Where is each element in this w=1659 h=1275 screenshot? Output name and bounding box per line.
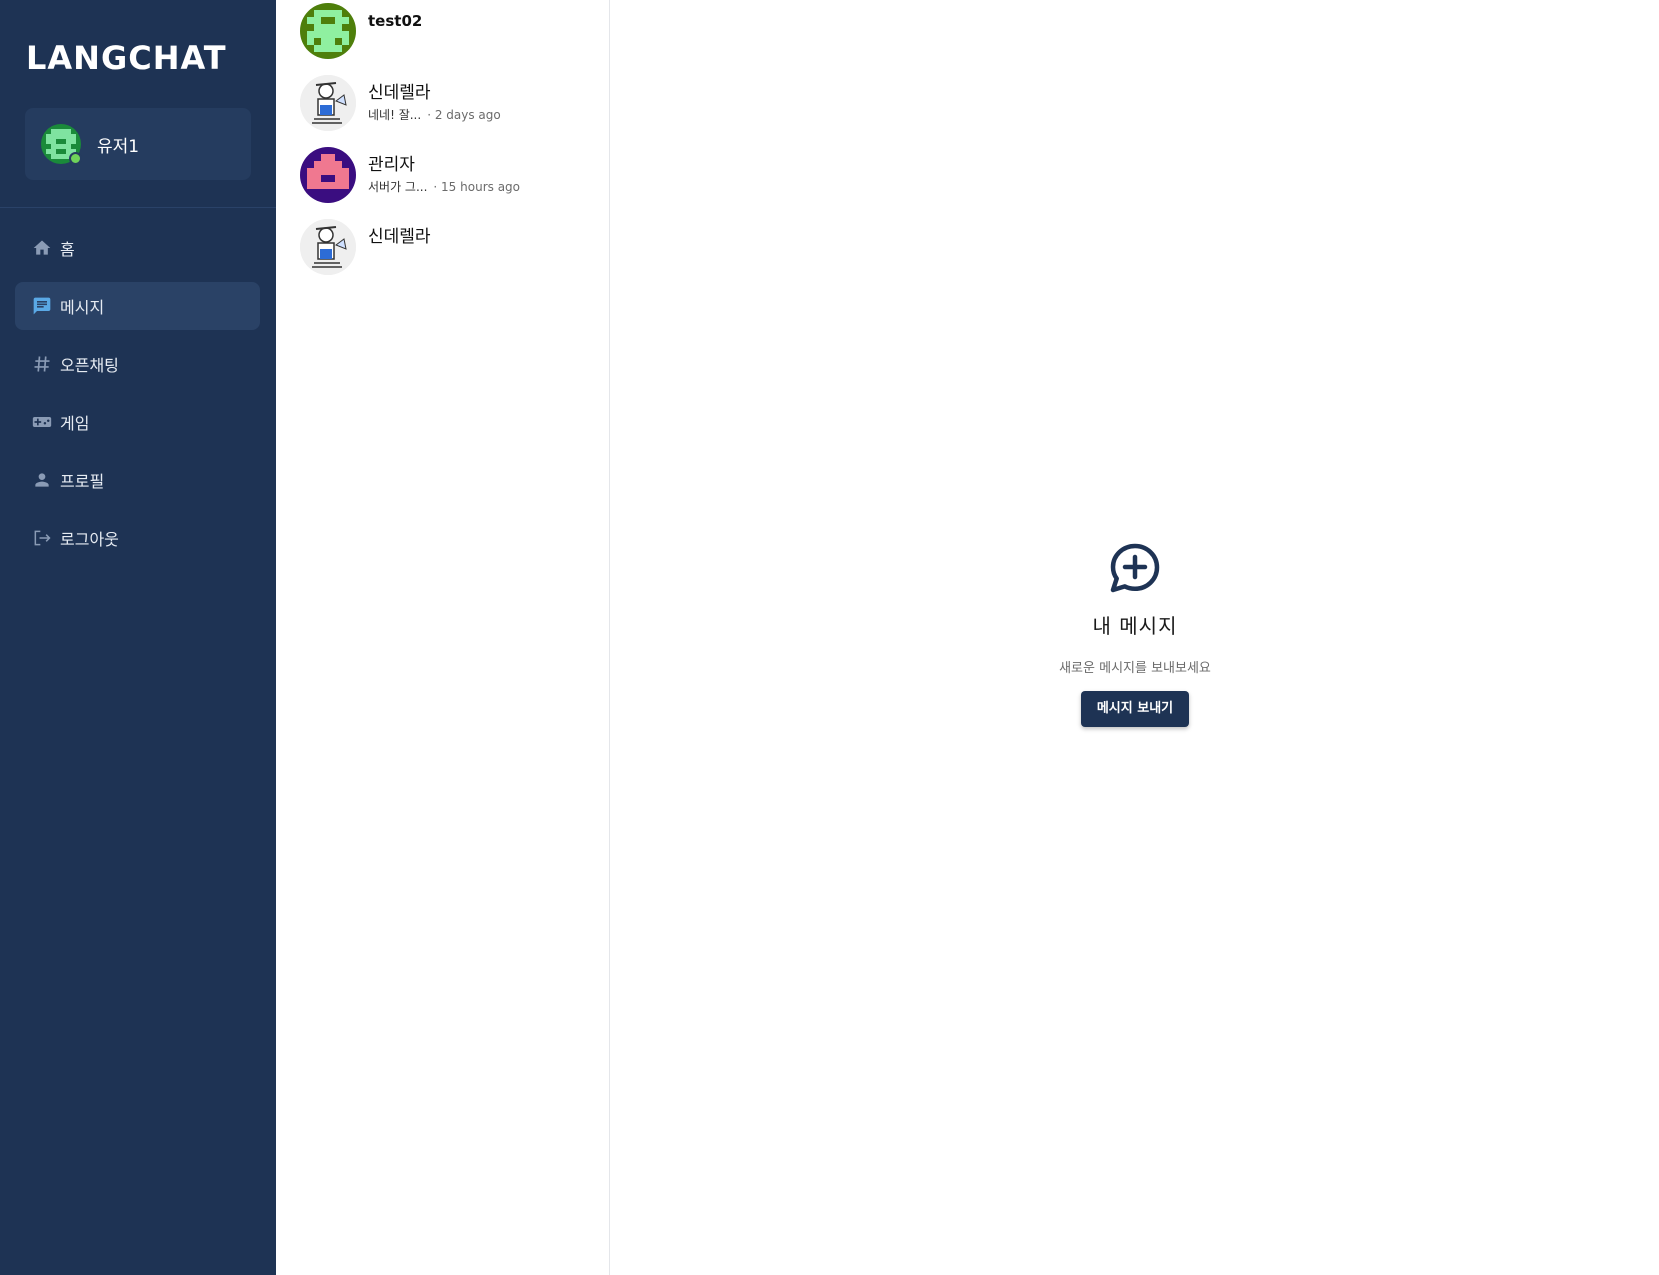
sidebar-item-label: 메시지 [60, 298, 105, 317]
chat-list-item[interactable]: test02 [300, 3, 600, 61]
sidebar-item-logout[interactable]: 로그아웃 [15, 514, 260, 562]
sidebar-item-label: 프로필 [60, 472, 105, 491]
chat-name: 신데렐라 [368, 227, 431, 247]
home-icon [32, 238, 52, 258]
sidebar-item-label: 게임 [60, 414, 90, 433]
avatar [300, 219, 356, 275]
user-name: 유저1 [97, 136, 140, 157]
sidebar-item-label: 로그아웃 [60, 530, 119, 549]
sidebar-item-messages[interactable]: 메시지 [15, 282, 260, 330]
chat-name: 관리자 [368, 155, 415, 175]
chat-text: 신데렐라 네네! 잘... · 2 days ago [368, 75, 501, 122]
gamepad-icon [32, 412, 52, 432]
chat-text: test02 [368, 3, 422, 31]
chat-list-item[interactable]: 신데렐라 네네! 잘... · 2 days ago [300, 75, 600, 133]
sidebar-nav: 홈 메시지 오픈채팅 게임 프로필 로그아웃 [15, 224, 260, 572]
empty-title: 내 메시지 [1092, 614, 1178, 638]
online-status-dot [69, 152, 82, 165]
chat-time: · 15 hours ago [433, 180, 520, 194]
user-card[interactable]: 유저1 [25, 108, 251, 180]
chat-time: · 2 days ago [427, 108, 501, 122]
person-icon [32, 470, 52, 490]
sidebar-item-label: 오픈채팅 [60, 356, 119, 375]
sidebar: LANGCHAT 유저1 홈 메시지 오픈채팅 게임 프로필 로그아웃 [0, 0, 276, 1275]
sidebar-divider [0, 207, 276, 208]
chat-list: test02 신데렐라 네네! 잘... · 2 days ago 관리자 서버… [276, 0, 610, 1275]
chat-text: 신데렐라 [368, 219, 431, 247]
chat-name: test02 [368, 12, 423, 30]
send-message-button[interactable]: 메시지 보내기 [1080, 691, 1190, 727]
avatar [300, 147, 356, 203]
sidebar-item-game[interactable]: 게임 [15, 398, 260, 446]
message-icon [32, 296, 52, 316]
hash-icon [32, 354, 52, 374]
sidebar-item-open-chat[interactable]: 오픈채팅 [15, 340, 260, 388]
logo-text: LANGCHAT [26, 39, 227, 77]
sidebar-item-label: 홈 [60, 240, 75, 259]
chat-preview: 서버가 그... · 15 hours ago [368, 180, 520, 194]
add-chat-icon [1107, 540, 1163, 596]
sidebar-item-home[interactable]: 홈 [15, 224, 260, 272]
sidebar-item-profile[interactable]: 프로필 [15, 456, 260, 504]
chat-preview: 네네! 잘... · 2 days ago [368, 108, 501, 122]
avatar [300, 75, 356, 131]
logout-icon [32, 528, 52, 548]
chat-name: 신데렐라 [368, 83, 431, 103]
main-panel: 내 메시지 새로운 메시지를 보내보세요 메시지 보내기 [611, 0, 1659, 1275]
chat-list-item[interactable]: 신데렐라 [300, 219, 600, 277]
chat-preview-text: 네네! 잘... [368, 108, 422, 122]
chat-list-item[interactable]: 관리자 서버가 그... · 15 hours ago [300, 147, 600, 205]
empty-state: 내 메시지 새로운 메시지를 보내보세요 메시지 보내기 [611, 540, 1659, 727]
avatar [300, 3, 356, 59]
empty-subtitle: 새로운 메시지를 보내보세요 [1059, 661, 1211, 676]
chat-preview-text: 서버가 그... [368, 180, 428, 194]
logo[interactable]: LANGCHAT [26, 36, 227, 80]
chat-text: 관리자 서버가 그... · 15 hours ago [368, 147, 520, 194]
